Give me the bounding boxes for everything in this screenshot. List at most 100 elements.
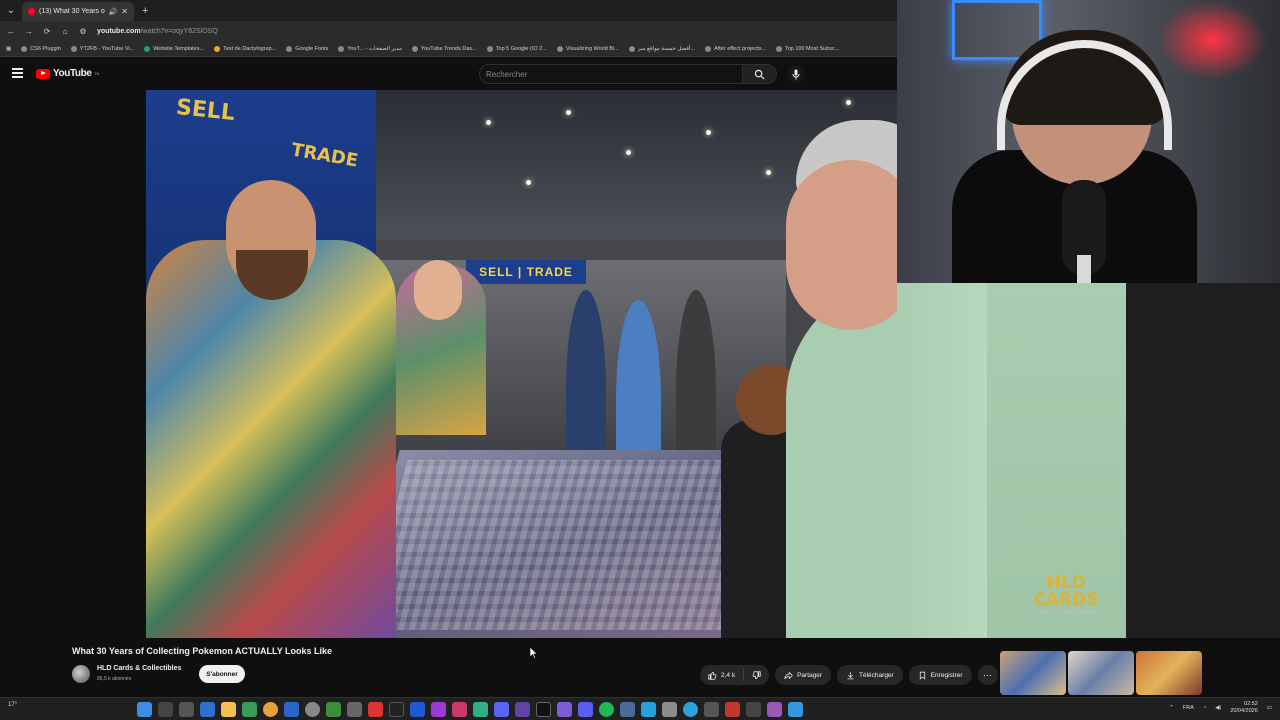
bookmark-item[interactable]: Google Fonts (286, 46, 328, 52)
app-icon[interactable] (704, 702, 719, 717)
search-taskbar-icon[interactable] (158, 702, 173, 717)
back-icon[interactable]: ← (7, 27, 15, 36)
search-button[interactable] (742, 65, 776, 83)
browser-tab[interactable]: (13) What 30 Years of Colle 🔊 ✕ (22, 2, 134, 21)
clock[interactable]: 02:52 20/04/2026 (1230, 701, 1258, 715)
app-icon[interactable] (515, 702, 530, 717)
menu-icon[interactable] (12, 68, 23, 80)
video-player[interactable]: SELL | TRADE SELL TRADE (146, 90, 897, 638)
bookmark-item[interactable]: After effect projects... (705, 46, 766, 52)
app-icon[interactable] (746, 702, 761, 717)
youtube-logo[interactable]: YouTube TN (36, 68, 99, 79)
file-explorer-icon[interactable] (221, 702, 236, 717)
app-icon[interactable] (284, 702, 299, 717)
bookmark-item[interactable]: YT2FB - YouTube Vi... (70, 46, 135, 52)
voice-search-button[interactable] (787, 65, 805, 83)
search-input[interactable] (480, 65, 742, 83)
bookmark-item[interactable]: Test de Dactylograp... (214, 46, 276, 52)
related-video-thumbnail[interactable] (1136, 651, 1202, 695)
reload-icon[interactable]: ⟳ (43, 27, 51, 36)
bookmark-label: YouT... - مدير الصفحات (347, 46, 402, 52)
app-icon[interactable] (305, 702, 320, 717)
download-button[interactable]: Télécharger (837, 665, 903, 685)
save-button[interactable]: Enregistrer (908, 665, 972, 685)
bookmark-item[interactable]: YouTube Trends Das... (411, 46, 477, 52)
app-icon[interactable] (368, 702, 383, 717)
bookmark-item[interactable]: أفضل خمسة مواقع سر... (628, 46, 695, 52)
bookmark-item[interactable]: Top 100 Most Subsc... (775, 46, 839, 52)
notifications-icon[interactable]: ▭ (1267, 705, 1272, 711)
app-icon[interactable] (620, 702, 635, 717)
forward-icon[interactable]: → (25, 27, 33, 36)
related-video-thumbnail[interactable] (1068, 651, 1134, 695)
woman-head (414, 260, 462, 320)
app-icon[interactable] (662, 702, 677, 717)
channel-avatar[interactable] (72, 665, 90, 683)
man-right (786, 280, 897, 638)
app-icon[interactable] (410, 702, 425, 717)
chrome-icon[interactable] (263, 702, 278, 717)
download-label: Télécharger (859, 671, 894, 679)
app-icon[interactable] (431, 702, 446, 717)
more-actions-button[interactable]: ··· (977, 665, 998, 685)
app-icon[interactable] (788, 702, 803, 717)
network-icon[interactable]: ◔ (1203, 705, 1206, 711)
bookmark-item[interactable]: Website Templates... (144, 46, 204, 52)
bookmark-label: Visualizing World Bi... (565, 46, 619, 52)
man-right-head (786, 160, 897, 330)
app-icon[interactable] (242, 702, 257, 717)
download-icon (847, 671, 854, 679)
logo-region: TN (94, 71, 100, 76)
volume-icon[interactable]: ◀) (1215, 705, 1221, 711)
bookmark-favicon-icon (486, 46, 493, 52)
dislike-button[interactable] (744, 670, 769, 680)
app-icon[interactable] (725, 702, 740, 717)
bookmark-item[interactable]: Visualizing World Bi... (556, 46, 619, 52)
widgets-icon[interactable] (200, 702, 215, 717)
ceiling-light (706, 130, 711, 135)
channel-watermark: HLD CARDS AND COLLECTIBLES (1024, 575, 1108, 629)
channel-name[interactable]: HLD Cards & Collectibles (97, 665, 181, 672)
home-icon[interactable]: ⌂ (61, 27, 69, 36)
bookmark-label: YouTube Trends Das... (420, 46, 477, 52)
speaker-icon[interactable]: 🔊 (109, 8, 118, 16)
bookmark-item[interactable]: Top 5 Google (\O 2... (486, 46, 547, 52)
app-icon[interactable] (578, 702, 593, 717)
banner-text: SELL (174, 94, 237, 127)
url-field[interactable]: youtube.com/watch?v=oqyY82SlOSQ (97, 28, 218, 35)
app-icon[interactable] (473, 702, 488, 717)
new-tab-icon[interactable]: + (142, 5, 148, 17)
bookmark-label: Top 5 Google (\O 2... (495, 46, 547, 52)
app-icon[interactable] (767, 702, 782, 717)
weather-widget[interactable]: 17° (8, 702, 17, 708)
xbox-icon[interactable] (326, 702, 341, 717)
app-icon[interactable] (557, 702, 572, 717)
red-led-light (1157, 0, 1267, 80)
tab-search-icon[interactable]: ⌄ (0, 5, 22, 16)
apps-icon[interactable]: ▦ (6, 46, 11, 52)
tray-chevron-icon[interactable]: ⌃ (1169, 705, 1174, 711)
bookmark-label: YT2FB - YouTube Vi... (79, 46, 135, 52)
app-icon[interactable] (389, 702, 404, 717)
telegram-icon[interactable] (683, 702, 698, 717)
discord-icon[interactable] (494, 702, 509, 717)
url-host: youtube.com (97, 28, 141, 35)
app-icon[interactable] (641, 702, 656, 717)
like-button[interactable]: 2,4 k (700, 669, 745, 681)
app-icon[interactable] (347, 702, 362, 717)
language-indicator[interactable]: FRA (1183, 705, 1194, 711)
close-tab-icon[interactable]: ✕ (121, 7, 128, 16)
site-info-icon[interactable]: ⚙ (79, 27, 87, 36)
task-view-icon[interactable] (179, 702, 194, 717)
spotify-icon[interactable] (599, 702, 614, 717)
related-video-thumbnail[interactable] (1000, 651, 1066, 695)
start-icon[interactable] (137, 702, 152, 717)
app-icon[interactable] (536, 702, 551, 717)
bookmark-item[interactable]: YouT... - مدير الصفحات (338, 46, 402, 52)
bookmark-favicon-icon (556, 46, 563, 52)
share-button[interactable]: Partager (775, 665, 832, 685)
logo-text: YouTube (53, 68, 92, 79)
bookmark-item[interactable]: CS6 Pluggin (21, 46, 61, 52)
subscribe-button[interactable]: S'abonner (199, 665, 245, 683)
app-icon[interactable] (452, 702, 467, 717)
